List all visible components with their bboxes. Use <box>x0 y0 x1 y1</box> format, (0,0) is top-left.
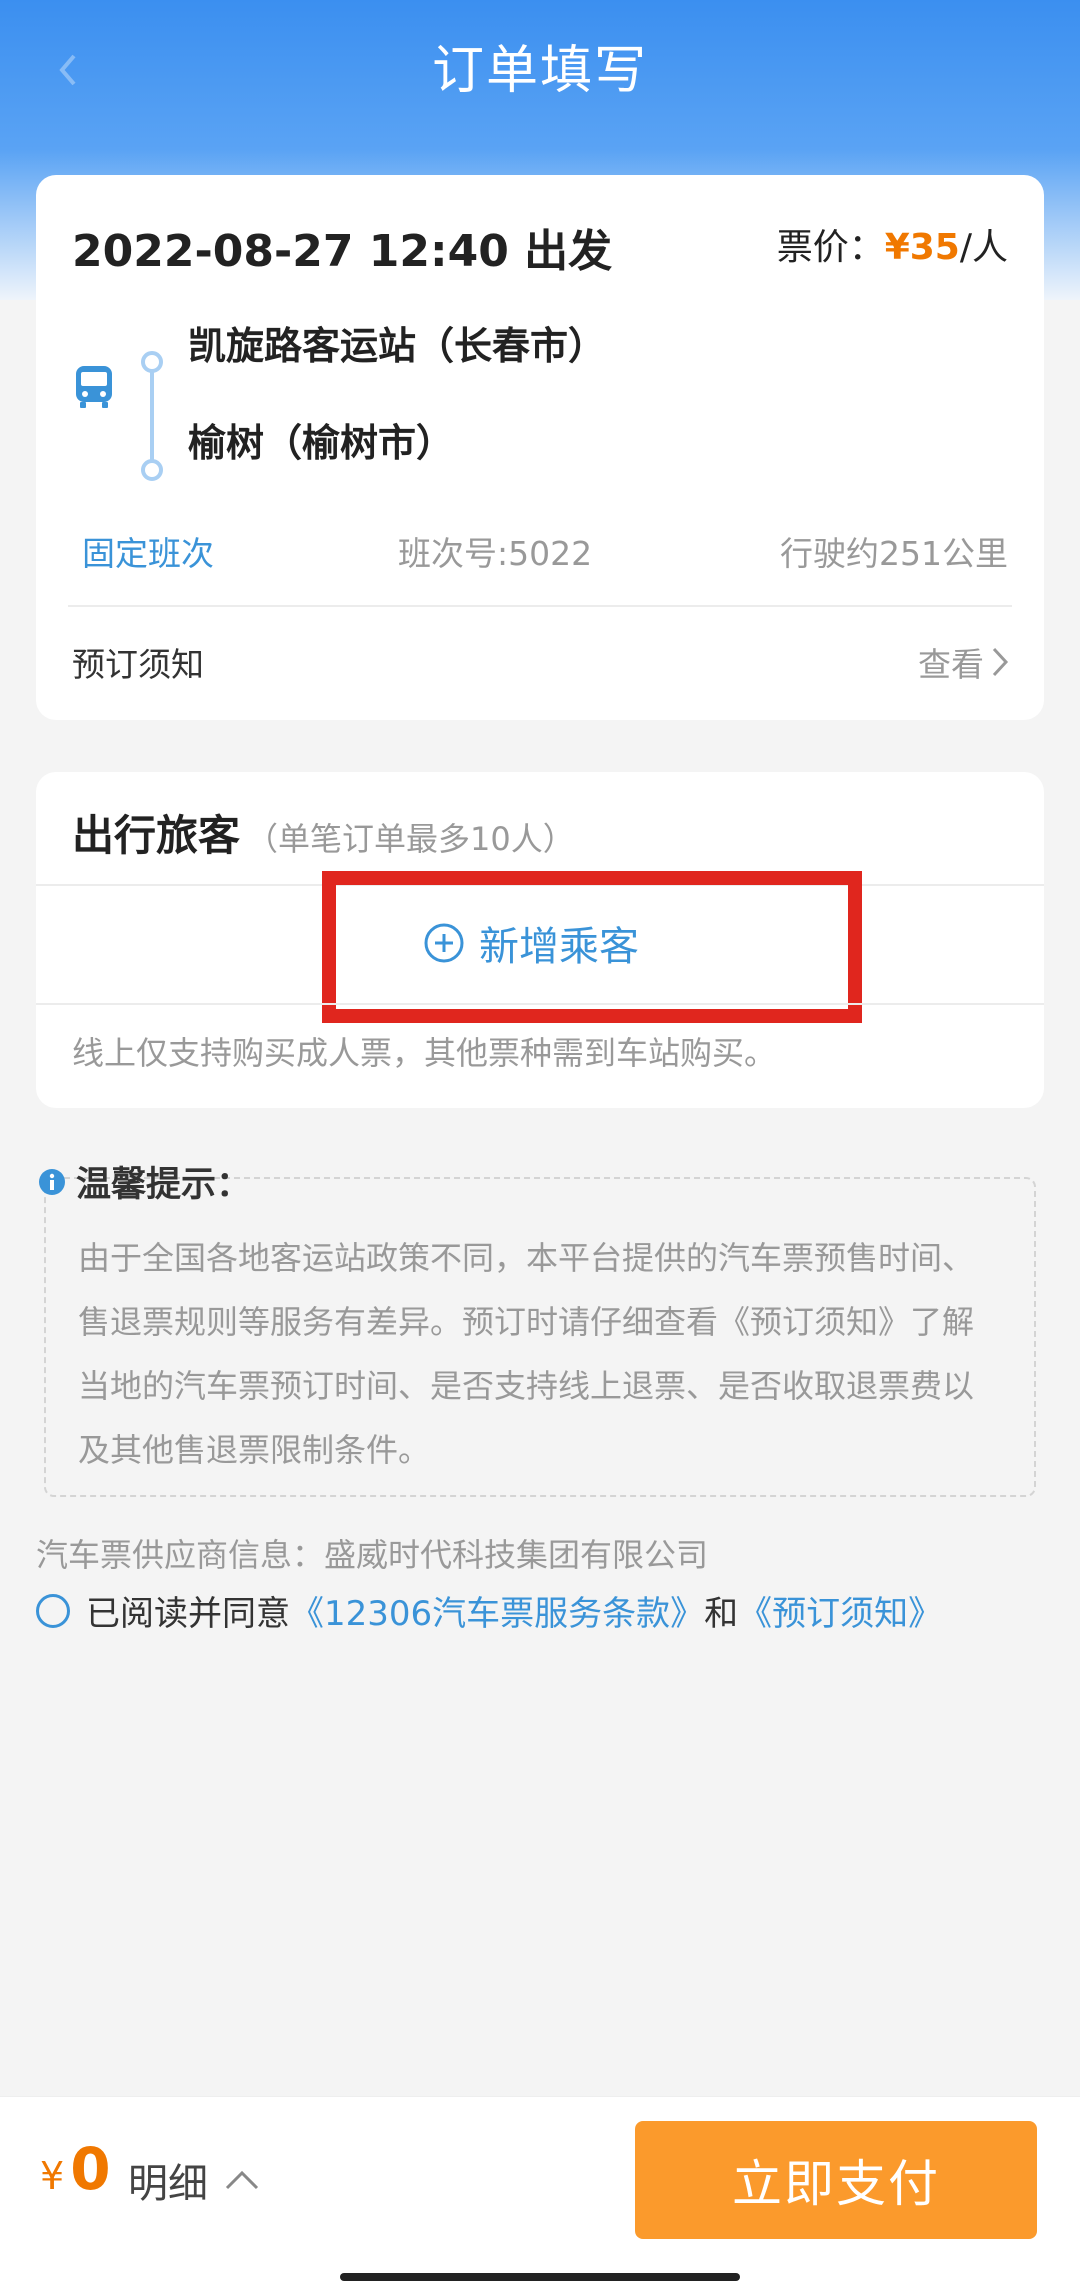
passenger-card: 出行旅客 （单笔订单最多10人） 新增乘客 线上仅支持购买成人票，其他票种需到车站… <box>36 772 1044 1108</box>
total-amount: 0 <box>70 2135 111 2203</box>
chevron-up-icon <box>225 2170 259 2190</box>
tips-body: 由于全国各地客运站政策不同，本平台提供的汽车票预售时间、售退票规则等服务有差异。… <box>78 1239 975 1469</box>
booking-notice-view-link[interactable]: 查看 <box>918 638 1010 686</box>
online-ticket-note: 线上仅支持购买成人票，其他票种需到车站购买。 <box>72 1034 777 1072</box>
passengers-title-text: 出行旅客 <box>72 811 241 860</box>
tips-title: 温馨提示： <box>38 1156 251 1207</box>
service-terms-link[interactable]: 《12306汽车票服务条款》 <box>290 1586 704 1635</box>
departure-station: 凯旋路客运站（长春市） <box>188 324 607 368</box>
add-passenger-label: 新增乘客 <box>479 924 639 970</box>
price-unit: /人 <box>959 227 1008 268</box>
detail-label: 明细 <box>128 2161 208 2207</box>
passengers-title: 出行旅客 （单笔订单最多10人） <box>72 802 575 863</box>
add-passenger-row: 新增乘客 <box>36 871 1044 1023</box>
currency-symbol: ¥ <box>40 2154 65 2198</box>
tips-title-text: 温馨提示： <box>76 1165 252 1205</box>
price-detail-toggle[interactable]: 明细 <box>128 2151 260 2209</box>
agreement-row: 已阅读并同意 《12306汽车票服务条款》 和 《预订须知》 <box>36 1586 942 1635</box>
bus-icon <box>76 366 112 408</box>
total-price: ¥ 0 <box>40 2135 111 2203</box>
passengers-limit-note: （单笔订单最多10人） <box>246 820 575 858</box>
price-amount: ¥35 <box>884 227 960 268</box>
ticket-price: 票价：¥35/人 <box>777 218 1008 270</box>
agreement-checkbox[interactable] <box>36 1593 70 1628</box>
agreement-and: 和 <box>704 1594 739 1634</box>
bottom-bar: ¥ 0 明细 立即支付 <box>0 2096 1080 2282</box>
fixed-schedule-tag: 固定班次 <box>82 534 214 573</box>
page-title: 订单填写 <box>431 41 648 101</box>
view-label: 查看 <box>918 645 984 684</box>
pay-now-button[interactable]: 立即支付 <box>635 2121 1037 2239</box>
booking-notice-link[interactable]: 《预订须知》 <box>738 1586 942 1635</box>
trip-number: 班次号:5022 <box>398 534 593 573</box>
agreement-prefix: 已阅读并同意 <box>86 1594 290 1634</box>
trip-distance: 行驶约251公里 <box>780 534 1008 573</box>
chevron-right-icon <box>992 647 1009 677</box>
booking-notice-label: 预订须知 <box>72 645 204 684</box>
divider <box>68 605 1012 607</box>
plus-circle-icon <box>424 923 464 963</box>
divider <box>36 1003 1044 1005</box>
info-icon <box>39 1168 65 1195</box>
add-passenger-button[interactable]: 新增乘客 <box>423 915 639 971</box>
trip-card: 2022-08-27 12:40 出发 票价：¥35/人 凯旋路客运站（长春市）… <box>36 175 1044 720</box>
departure-time: 2022-08-27 12:40 出发 <box>72 226 613 277</box>
home-indicator <box>340 2273 740 2281</box>
route-line-icon <box>141 351 163 481</box>
arrival-station: 榆树（榆树市） <box>188 421 455 465</box>
price-label: 票价： <box>776 227 885 268</box>
supplier-info: 汽车票供应商信息：盛威时代科技集团有限公司 <box>36 1536 709 1574</box>
